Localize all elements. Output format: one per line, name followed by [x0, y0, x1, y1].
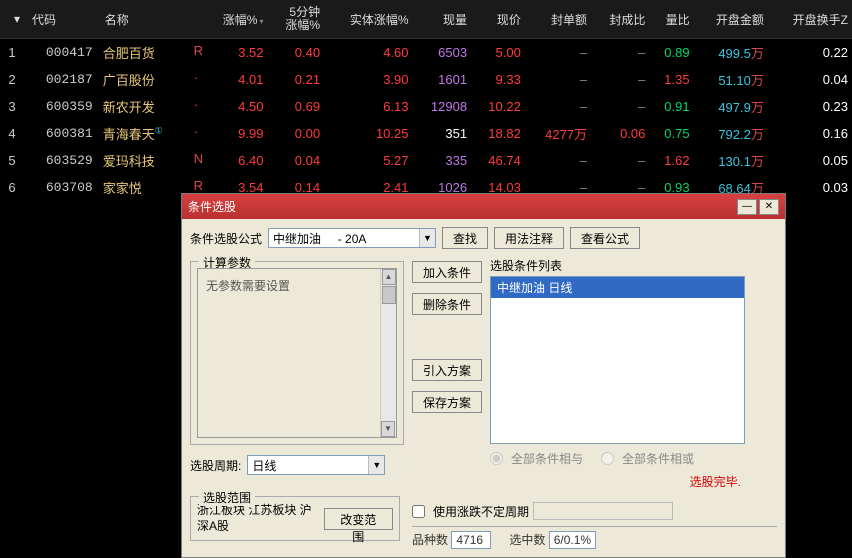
conditions-list[interactable]: 中继加油 日线	[490, 276, 745, 444]
header-row: ▾ 代码 名称 涨幅%▾ 5分钟 涨幅% 实体涨幅% 现量 现价 封单额 封成比…	[0, 0, 852, 39]
col-openamt[interactable]: 开盘金额	[694, 0, 768, 39]
selected-label: 选中数	[509, 533, 545, 547]
period-combo[interactable]: ▼	[247, 455, 385, 475]
col-code[interactable]: 代码	[24, 0, 97, 39]
sort-icon: ▾	[259, 17, 263, 26]
radio-or[interactable]: 全部条件相或	[601, 450, 694, 467]
disabled-period-field	[533, 502, 673, 520]
scroll-down-icon[interactable]: ▼	[381, 421, 395, 437]
scroll-thumb[interactable]	[382, 286, 396, 304]
col-dropdown[interactable]: ▾	[0, 0, 24, 39]
find-button[interactable]: 查找	[442, 227, 488, 249]
conditions-list-label: 选股条件列表	[490, 257, 745, 274]
use-change-period[interactable]: 使用涨跌不定周期	[412, 502, 777, 520]
change-range-button[interactable]: 改变范围	[324, 508, 393, 530]
count-label: 品种数	[412, 533, 448, 547]
scrollbar[interactable]: ▲ ▼	[380, 269, 396, 437]
count-value: 4716	[451, 531, 491, 549]
table-row[interactable]: 3600359新农开发·4.500.696.131290810.22––0.91…	[0, 93, 852, 120]
formula-combo[interactable]: ▼	[268, 228, 436, 248]
condition-filter-dialog: 条件选股 — ✕ 条件选股公式 ▼ 查找 用法注释 查看公式 计算参数 无参数需…	[181, 193, 786, 558]
dialog-title: 条件选股	[188, 198, 236, 215]
range-fieldset: 选股范围 浙江板块 江苏板块 沪深A股 改变范围	[190, 496, 400, 541]
range-legend: 选股范围	[199, 489, 255, 506]
use-change-checkbox[interactable]	[412, 505, 425, 518]
scroll-up-icon[interactable]: ▲	[382, 269, 396, 285]
table-row[interactable]: 5603529爱玛科技N6.400.045.2733546.74––1.6213…	[0, 147, 852, 174]
add-condition-button[interactable]: 加入条件	[412, 261, 482, 283]
col-flag	[190, 0, 203, 39]
formula-label: 条件选股公式	[190, 230, 262, 247]
period-input[interactable]	[248, 456, 368, 474]
col-chg[interactable]: 涨幅%▾	[203, 0, 268, 39]
calc-params-fieldset: 计算参数 无参数需要设置 ▲ ▼	[190, 261, 404, 445]
col-name[interactable]: 名称	[97, 0, 190, 39]
chevron-down-icon[interactable]: ▼	[368, 456, 384, 474]
list-item[interactable]: 中继加油 日线	[491, 277, 744, 298]
radio-and[interactable]: 全部条件相与	[490, 450, 583, 467]
stock-table: ▾ 代码 名称 涨幅%▾ 5分钟 涨幅% 实体涨幅% 现量 现价 封单额 封成比…	[0, 0, 852, 201]
table-row[interactable]: 4600381青海春天①·9.990.0010.2535118.824277万0…	[0, 120, 852, 147]
col-volr[interactable]: 量比	[649, 0, 693, 39]
usage-button[interactable]: 用法注释	[494, 227, 564, 249]
calc-text: 无参数需要设置	[206, 279, 290, 293]
close-button[interactable]: ✕	[759, 199, 779, 215]
col-vol[interactable]: 现量	[413, 0, 472, 39]
save-plan-button[interactable]: 保存方案	[412, 391, 482, 413]
range-text: 浙江板块 江苏板块 沪深A股	[197, 503, 316, 534]
period-label: 选股周期:	[190, 457, 241, 474]
table-row[interactable]: 1000417合肥百货R3.520.404.6065035.00––0.8949…	[0, 39, 852, 67]
status-done: 选股完毕.	[494, 473, 741, 490]
table-row[interactable]: 2002187广百股份·4.010.213.9016019.33––1.3551…	[0, 66, 852, 93]
import-plan-button[interactable]: 引入方案	[412, 359, 482, 381]
col-seal[interactable]: 封单额	[525, 0, 591, 39]
dialog-titlebar[interactable]: 条件选股 — ✕	[182, 194, 785, 219]
selected-value: 6/0.1%	[549, 531, 596, 549]
col-real[interactable]: 实体涨幅%	[324, 0, 412, 39]
delete-condition-button[interactable]: 删除条件	[412, 293, 482, 315]
chevron-down-icon[interactable]: ▼	[419, 229, 435, 247]
col-chg5[interactable]: 5分钟 涨幅%	[267, 0, 324, 39]
formula-input[interactable]	[269, 229, 419, 247]
col-openturn[interactable]: 开盘换手Z	[768, 0, 852, 39]
col-price[interactable]: 现价	[471, 0, 525, 39]
minimize-button[interactable]: —	[737, 199, 757, 215]
view-formula-button[interactable]: 查看公式	[570, 227, 640, 249]
col-sealr[interactable]: 封成比	[591, 0, 649, 39]
calc-box: 无参数需要设置 ▲ ▼	[197, 268, 397, 438]
